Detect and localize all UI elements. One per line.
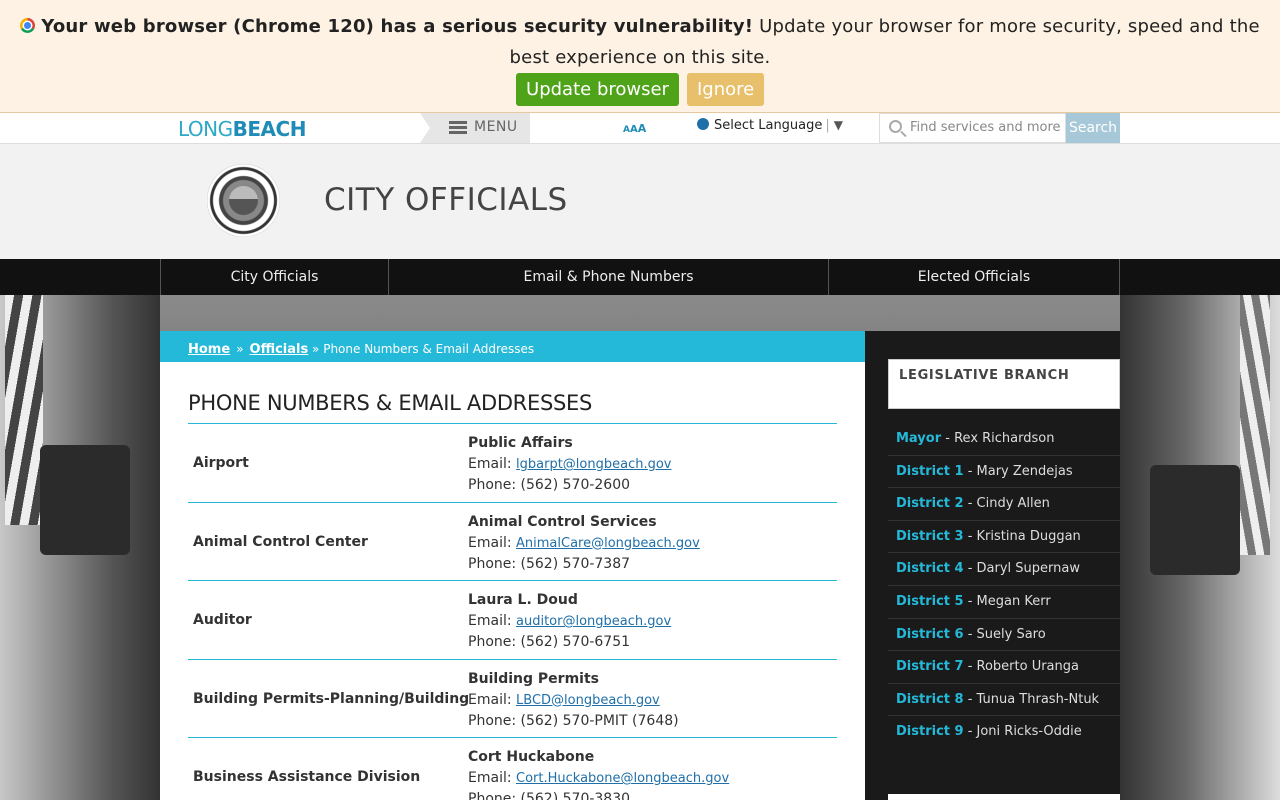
phone-number: Phone: (562) 570-6751: [468, 634, 631, 650]
contact-name: Building Permits: [468, 670, 599, 687]
banner-message: Your web browser (Chrome 120) has a seri…: [0, 0, 1280, 73]
contact-name: Animal Control Services: [468, 513, 657, 530]
update-browser-button[interactable]: Update browser: [516, 73, 679, 106]
department-name: Auditor: [193, 612, 252, 628]
email-link[interactable]: AnimalCare@longbeach.gov: [516, 536, 700, 551]
breadcrumb-officials-link[interactable]: Officials: [250, 342, 309, 357]
section-title: PHONE NUMBERS & EMAIL ADDRESSES: [188, 391, 593, 415]
chrome-icon: [20, 18, 36, 33]
sidebar-heading-box: LEGISLATIVE BRANCH: [888, 359, 1120, 409]
contact-table: Airport Public Affairs Email: lgbarpt@lo…: [188, 424, 837, 800]
contact-name: Public Affairs: [468, 435, 573, 451]
search-button[interactable]: Search: [1066, 113, 1120, 143]
browser-update-banner: Your web browser (Chrome 120) has a seri…: [0, 0, 1280, 113]
email-link[interactable]: lgbarpt@longbeach.gov: [516, 457, 671, 472]
breadcrumb: Home» Officials » Phone Numbers & Email A…: [160, 331, 865, 362]
table-row: Auditor Laura L. Doud Email: auditor@lon…: [188, 581, 837, 660]
dropdown-arrow-icon: ▼: [833, 118, 844, 132]
sidebar-item-district-6[interactable]: District 6 - Suely Saro: [888, 619, 1120, 652]
email-link[interactable]: Cort.Huckabone@longbeach.gov: [516, 771, 729, 786]
legislative-sidebar: LEGISLATIVE BRANCH Mayor - Rex Richardso…: [865, 331, 1120, 800]
long-beach-logo[interactable]: LONGBEACH: [178, 117, 306, 141]
table-row: Building Permits-Planning/Building Build…: [188, 660, 837, 738]
flag-image: [5, 295, 43, 525]
department-name: Business Assistance Division: [193, 769, 421, 785]
title-band: CITY OFFICIALS: [0, 144, 1280, 259]
sidebar-item-district-3[interactable]: District 3 - Kristina Duggan: [888, 521, 1120, 554]
email-link[interactable]: LBCD@longbeach.gov: [516, 693, 660, 708]
email-link[interactable]: auditor@longbeach.gov: [516, 614, 671, 629]
site-header: LONGBEACH MENU AAA Select Language|▼ Sea…: [0, 113, 1280, 144]
sidebar-item-district-2[interactable]: District 2 - Cindy Allen: [888, 488, 1120, 521]
language-label: Select Language: [714, 118, 823, 133]
phone-number: Phone: (562) 570-2600: [468, 477, 631, 493]
department-name: Airport: [193, 455, 249, 471]
officials-list: Mayor - Rex Richardson District 1 - Mary…: [888, 423, 1120, 749]
search-input[interactable]: [910, 120, 1060, 135]
sidebar-item-district-1[interactable]: District 1 - Mary Zendejas: [888, 456, 1120, 489]
city-seal-icon: [207, 164, 280, 237]
sidebar-item-mayor[interactable]: Mayor - Rex Richardson: [888, 423, 1120, 456]
search-icon: [889, 120, 902, 133]
sidebar-item-district-4[interactable]: District 4 - Daryl Supernaw: [888, 553, 1120, 586]
breadcrumb-current: » Phone Numbers & Email Addresses: [312, 342, 535, 356]
ignore-button[interactable]: Ignore: [687, 73, 764, 106]
table-row: Airport Public Affairs Email: lgbarpt@lo…: [188, 424, 837, 503]
department-name: Building Permits-Planning/Building: [193, 690, 470, 707]
content-card: Home» Officials » Phone Numbers & Email A…: [160, 331, 865, 800]
language-select[interactable]: Select Language | ▼: [697, 118, 843, 133]
globe-icon: [697, 118, 709, 130]
table-row: Business Assistance Division Cort Huckab…: [188, 738, 837, 800]
department-name: Animal Control Center: [193, 533, 368, 550]
contact-name: Laura L. Doud: [468, 592, 578, 608]
banner-bold-text: Your web browser (Chrome 120) has a seri…: [41, 16, 754, 37]
breadcrumb-home-link[interactable]: Home: [188, 342, 230, 357]
sidebar-item-district-8[interactable]: District 8 - Tunua Thrash-Ntuk: [888, 684, 1120, 717]
phone-number: Phone: (562) 570-3830: [468, 791, 631, 800]
page-title: CITY OFFICIALS: [324, 182, 568, 218]
contact-name: Cort Huckabone: [468, 749, 595, 765]
table-row: Animal Control Center Animal Control Ser…: [188, 503, 837, 581]
sidebar-heading: LEGISLATIVE BRANCH: [899, 368, 1070, 383]
nav-email-phone[interactable]: Email & Phone Numbers: [388, 259, 828, 295]
search-box: [879, 113, 1066, 143]
section-nav: City Officials Email & Phone Numbers Ele…: [0, 259, 1280, 295]
text-size-control[interactable]: AAA: [623, 122, 646, 135]
phone-number: Phone: (562) 570-PMIT (7648): [468, 712, 679, 729]
menu-button[interactable]: MENU: [420, 113, 530, 143]
hamburger-icon: [449, 121, 467, 134]
flag-image: [1240, 295, 1270, 555]
phone-number: Phone: (562) 570-7387: [468, 555, 631, 572]
sidebar-item-district-9[interactable]: District 9 - Joni Ricks-Oddie: [888, 716, 1120, 749]
menu-label: MENU: [474, 119, 518, 135]
nav-elected-officials[interactable]: Elected Officials: [828, 259, 1120, 295]
nav-city-officials[interactable]: City Officials: [160, 259, 388, 295]
sidebar-item-district-5[interactable]: District 5 - Megan Kerr: [888, 586, 1120, 619]
sidebar-item-district-7[interactable]: District 7 - Roberto Uranga: [888, 651, 1120, 684]
